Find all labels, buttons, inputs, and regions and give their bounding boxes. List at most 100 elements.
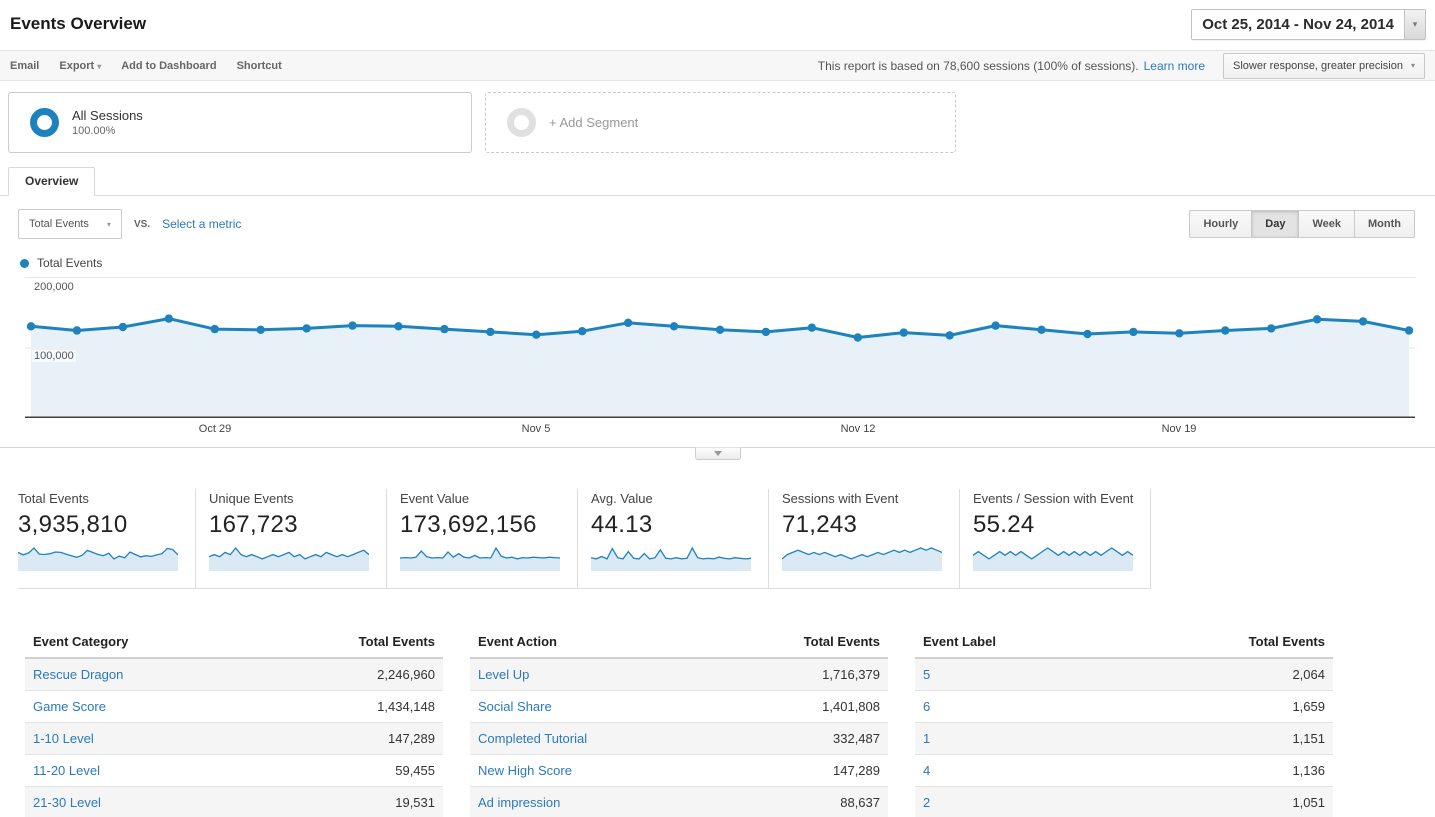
chevron-down-icon: ▾ xyxy=(107,220,111,229)
chart-collapse-button[interactable] xyxy=(695,447,741,460)
y-axis-tick-200000: 200,000 xyxy=(32,281,76,293)
export-button[interactable]: Export▾ xyxy=(59,60,101,72)
chevron-down-icon: ▾ xyxy=(1411,61,1415,70)
dimension-link[interactable]: 1 xyxy=(923,731,930,746)
table-row: 11-20 Level59,455 xyxy=(25,755,443,787)
dimension-link[interactable]: Social Share xyxy=(478,699,552,714)
dimension-cell: 11-20 Level xyxy=(25,755,254,787)
metric-select-label: Total Events xyxy=(29,218,89,230)
date-range-selector[interactable]: Oct 25, 2014 - Nov 24, 2014 ▾ xyxy=(1191,9,1426,40)
legend-dot-icon xyxy=(20,259,29,268)
granularity-day-button[interactable]: Day xyxy=(1251,210,1299,238)
timeseries-svg[interactable] xyxy=(25,278,1415,418)
granularity-week-button[interactable]: Week xyxy=(1298,210,1355,238)
scorecards: Total Events3,935,810Unique Events167,72… xyxy=(18,489,1435,589)
table-row: 52,064 xyxy=(915,658,1333,691)
table-header-dimension: Event Action xyxy=(470,629,711,658)
x-axis-ticks: Oct 29Nov 5Nov 12Nov 19 xyxy=(25,418,1415,440)
metric-cell: 1,051 xyxy=(1120,787,1333,817)
precision-dropdown[interactable]: Slower response, greater precision ▾ xyxy=(1223,53,1425,79)
learn-more-link[interactable]: Learn more xyxy=(1144,59,1205,73)
dimension-cell: 6 xyxy=(915,691,1120,723)
dimension-link[interactable]: 6 xyxy=(923,699,930,714)
page-title: Events Overview xyxy=(10,14,146,34)
table-header-dimension: Event Category xyxy=(25,629,254,658)
metric-select-dropdown[interactable]: Total Events ▾ xyxy=(18,209,122,239)
dimension-link[interactable]: 1-10 Level xyxy=(33,731,94,746)
dimension-link[interactable]: 11-20 Level xyxy=(33,763,100,778)
table-row: Completed Tutorial 332,487 xyxy=(470,723,888,755)
dimension-link[interactable]: 5 xyxy=(923,667,930,682)
table-header-dimension: Event Label xyxy=(915,629,1120,658)
scorecard-sparkline xyxy=(18,545,178,571)
scorecard-value: 71,243 xyxy=(782,511,959,539)
x-axis-tick: Nov 5 xyxy=(522,423,551,435)
dimension-link[interactable]: 2 xyxy=(923,795,930,810)
scorecard-label: Unique Events xyxy=(209,491,386,506)
add-to-dashboard-button[interactable]: Add to Dashboard xyxy=(121,60,216,72)
email-button[interactable]: Email xyxy=(10,60,39,72)
scorecard-sparkline xyxy=(591,545,751,571)
event-action-table: Event ActionTotal EventsLevel Up1,716,37… xyxy=(470,629,888,817)
date-range-caret-icon[interactable]: ▾ xyxy=(1404,10,1425,39)
select-a-metric-link[interactable]: Select a metric xyxy=(162,217,241,231)
granularity-month-button[interactable]: Month xyxy=(1354,210,1415,238)
tab-overview[interactable]: Overview xyxy=(8,167,95,196)
dimension-cell: 2 xyxy=(915,787,1120,817)
report-toolbar: Email Export▾ Add to Dashboard Shortcut … xyxy=(0,50,1435,81)
add-segment-label: + Add Segment xyxy=(549,115,638,130)
metric-cell: 88,637 xyxy=(711,787,889,817)
dimension-link[interactable]: 4 xyxy=(923,763,930,778)
scorecard-sparkline xyxy=(973,545,1133,571)
chevron-down-icon xyxy=(714,451,722,456)
summary-tables: Event CategoryTotal EventsRescue Dragon2… xyxy=(25,629,1435,817)
dimension-cell: 5 xyxy=(915,658,1120,691)
metric-cell: 1,434,148 xyxy=(254,691,443,723)
scorecard-value: 173,692,156 xyxy=(400,511,577,539)
chevron-down-icon: ▾ xyxy=(97,62,101,71)
dimension-cell: 1-10 Level xyxy=(25,723,254,755)
scorecard-label: Avg. Value xyxy=(591,491,768,506)
metric-controls: Total Events ▾ vs. Select a metric Hourl… xyxy=(0,196,1435,239)
scorecard-label: Events / Session with Event xyxy=(973,491,1150,506)
scorecard-sparkline xyxy=(400,545,560,571)
table-row: 2 1,051 xyxy=(915,787,1333,817)
table-row: Rescue Dragon2,246,960 xyxy=(25,658,443,691)
x-axis-tick: Oct 29 xyxy=(199,423,231,435)
table-row: New High Score147,289 xyxy=(470,755,888,787)
segment-name: All Sessions xyxy=(72,108,143,123)
segment-all-sessions[interactable]: All Sessions 100.00% xyxy=(8,92,472,153)
table-header-metric: Total Events xyxy=(711,629,889,658)
timeseries-chart[interactable]: 200,000 100,000 xyxy=(25,277,1415,418)
dimension-link[interactable]: 21-30 Level xyxy=(33,795,101,810)
dimension-cell: Level Up xyxy=(470,658,711,691)
scorecard-value: 44.13 xyxy=(591,511,768,539)
event-label-table: Event LabelTotal Events52,06461,65911,15… xyxy=(915,629,1333,817)
metric-cell: 147,289 xyxy=(254,723,443,755)
scorecard-label: Event Value xyxy=(400,491,577,506)
dimension-cell: New High Score xyxy=(470,755,711,787)
table-row: 61,659 xyxy=(915,691,1333,723)
table-row: Ad impression 88,637 xyxy=(470,787,888,817)
table-row: 11,151 xyxy=(915,723,1333,755)
dimension-cell: Rescue Dragon xyxy=(25,658,254,691)
dimension-link[interactable]: Game Score xyxy=(33,699,106,714)
dimension-link[interactable]: Ad impression xyxy=(478,795,560,810)
table-row: Game Score 1,434,148 xyxy=(25,691,443,723)
scorecard-sparkline xyxy=(782,545,942,571)
scorecard-total-events: Total Events3,935,810 xyxy=(18,489,196,589)
dimension-link[interactable]: Rescue Dragon xyxy=(33,667,123,682)
granularity-hourly-button[interactable]: Hourly xyxy=(1189,210,1252,238)
shortcut-button[interactable]: Shortcut xyxy=(237,60,282,72)
scorecard-label: Sessions with Event xyxy=(782,491,959,506)
dimension-link[interactable]: Completed Tutorial xyxy=(478,731,587,746)
toolbar-right: This report is based on 78,600 sessions … xyxy=(818,53,1425,79)
add-segment-button[interactable]: + Add Segment xyxy=(485,92,956,153)
dimension-cell: 21-30 Level xyxy=(25,787,254,817)
table-header-metric: Total Events xyxy=(1120,629,1333,658)
scorecard-event-value: Event Value 173,692,156 xyxy=(387,489,578,589)
scorecard-unique-events: Unique Events167,723 xyxy=(196,489,387,589)
metric-cell: 332,487 xyxy=(711,723,889,755)
dimension-link[interactable]: Level Up xyxy=(478,667,529,682)
dimension-link[interactable]: New High Score xyxy=(478,763,572,778)
